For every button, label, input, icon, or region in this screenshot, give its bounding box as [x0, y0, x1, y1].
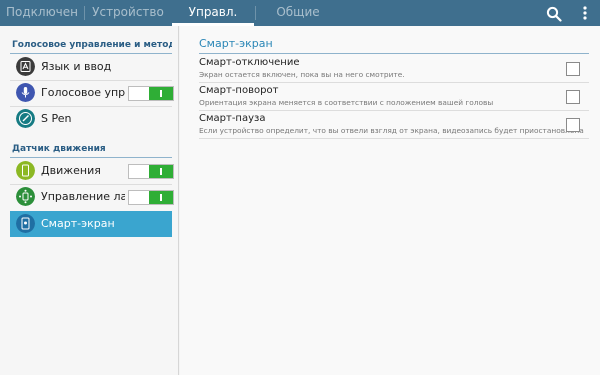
- sidebar-item-label: Голосовое управление: [41, 86, 125, 99]
- option-smart-rotation[interactable]: Смарт-поворот Ориентация экрана меняется…: [199, 85, 589, 113]
- sidebar-item-language-input[interactable]: Язык и ввод: [10, 54, 172, 80]
- motions-switch[interactable]: [128, 164, 174, 179]
- smart-pause-checkbox[interactable]: [566, 118, 580, 132]
- keyboard-icon: [16, 57, 35, 76]
- option-divider: [199, 110, 589, 111]
- option-title: Смарт-отключение: [199, 57, 300, 68]
- smart-screen-settings: Смарт-экран Смарт-отключение Экран остае…: [180, 26, 600, 375]
- option-smart-pause[interactable]: Смарт-пауза Если устройство определит, ч…: [199, 113, 589, 141]
- smart-rotation-checkbox[interactable]: [566, 90, 580, 104]
- option-title: Смарт-поворот: [199, 85, 279, 96]
- sidebar-item-voice-control[interactable]: Голосовое управление: [10, 80, 174, 106]
- switch-on-thumb: [149, 87, 173, 100]
- sidebar-item-label: Управление ладонью: [41, 190, 125, 203]
- sidebar-item-motions[interactable]: Движения: [10, 158, 174, 184]
- more-vert-icon[interactable]: [580, 5, 590, 21]
- switch-on-thumb: [149, 191, 173, 204]
- switch-on-thumb: [149, 165, 173, 178]
- sidebar-item-label: Язык и ввод: [41, 60, 112, 73]
- sidebar-item-palm-motion[interactable]: Управление ладонью: [10, 184, 174, 210]
- microphone-icon: [16, 83, 35, 102]
- palm-icon: [16, 187, 35, 206]
- option-subtitle: Экран остается включен, пока вы на него …: [199, 70, 405, 79]
- sidebar-item-label: Смарт-экран: [41, 217, 115, 230]
- option-divider: [199, 82, 589, 83]
- title-divider: [199, 53, 589, 54]
- tab-device[interactable]: Устройство: [85, 0, 171, 26]
- option-subtitle: Если устройство определит, что вы отвели…: [199, 126, 584, 135]
- option-title: Смарт-пауза: [199, 113, 266, 124]
- option-subtitle: Ориентация экрана меняется в соответстви…: [199, 98, 494, 107]
- voice-control-switch[interactable]: [128, 86, 174, 101]
- sidebar-item-s-pen[interactable]: S Pen: [10, 106, 172, 132]
- option-divider: [199, 138, 589, 139]
- option-smart-stay[interactable]: Смарт-отключение Экран остается включен,…: [199, 57, 589, 85]
- palm-motion-switch[interactable]: [128, 190, 174, 205]
- search-icon[interactable]: [546, 6, 562, 22]
- smart-stay-checkbox[interactable]: [566, 62, 580, 76]
- tab-connections[interactable]: Подключения: [0, 0, 78, 26]
- pen-icon: [16, 109, 35, 128]
- section-header-voice: Голосовое управление и методы в...: [12, 40, 172, 50]
- sidebar-item-label: Движения: [41, 164, 101, 177]
- settings-category-list: Голосовое управление и методы в... Язык …: [0, 26, 179, 375]
- page-title: Смарт-экран: [199, 37, 273, 50]
- section-header-motion: Датчик движения: [12, 144, 106, 154]
- sidebar-item-smart-screen[interactable]: Смарт-экран: [10, 211, 172, 237]
- action-bar: Подключения Устройство Управл. Общие: [0, 0, 600, 26]
- sidebar-item-label: S Pen: [41, 112, 72, 125]
- tab-general[interactable]: Общие: [256, 0, 340, 26]
- phone-motion-icon: [16, 161, 35, 180]
- smart-screen-icon: [16, 214, 35, 233]
